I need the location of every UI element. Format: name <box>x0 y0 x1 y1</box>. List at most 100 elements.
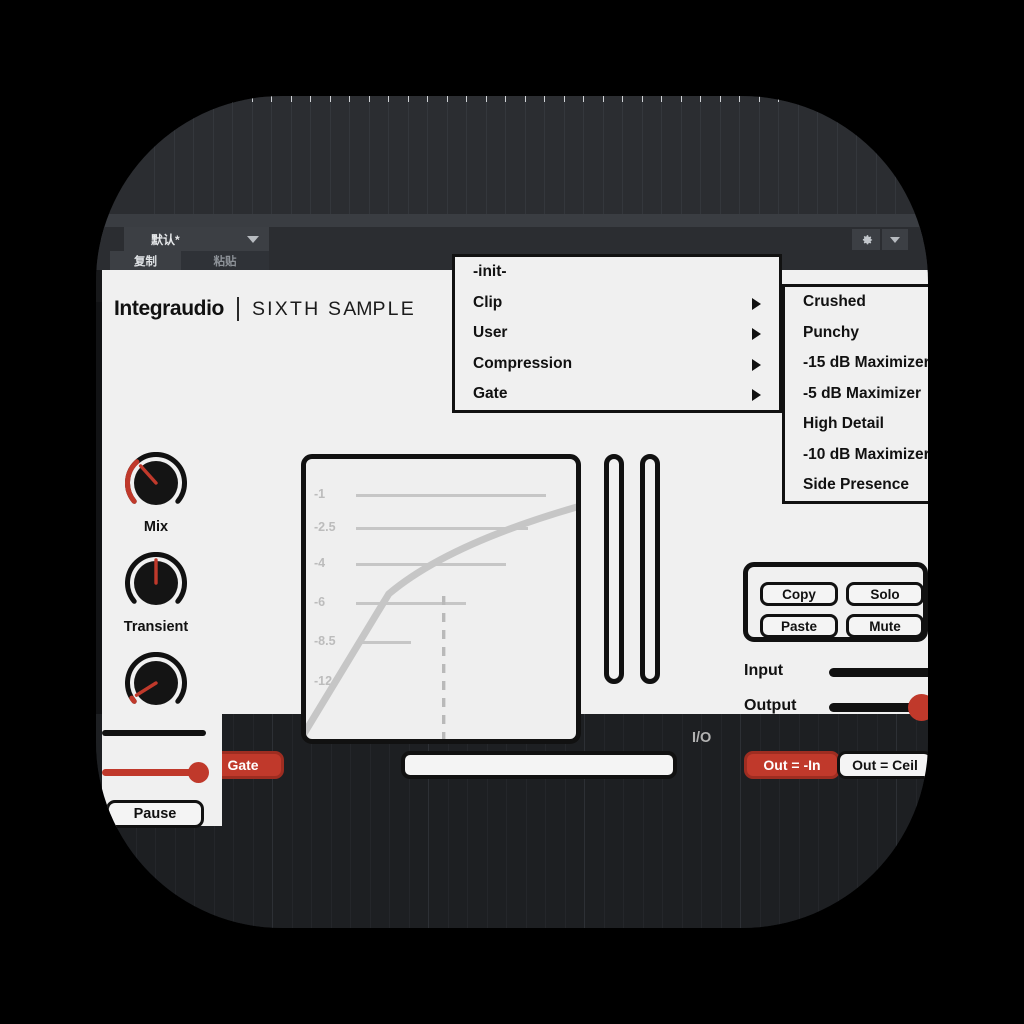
ruler-gridline <box>485 102 487 214</box>
knob-dial[interactable] <box>125 551 187 614</box>
preset-text-field[interactable] <box>401 751 677 779</box>
paste-button[interactable]: Paste <box>760 614 838 638</box>
submenu-item-label: High Detail <box>803 415 884 433</box>
knob-dial[interactable] <box>125 651 187 714</box>
brand-secondary-label: SIXTH SAMPLE <box>251 297 416 320</box>
ruler-gridline <box>271 102 272 214</box>
solo-button[interactable]: Solo <box>846 582 924 606</box>
mute-button[interactable]: Mute <box>846 614 924 638</box>
host-preset-selector[interactable]: 默认* <box>124 227 269 251</box>
ruler-gridline <box>622 102 623 214</box>
ruler-gridline <box>700 102 701 214</box>
arrangement-gridline <box>486 714 488 928</box>
io-label: I/O <box>692 730 712 746</box>
menu-item[interactable]: Clip <box>455 288 779 319</box>
preset-submenu[interactable]: Crushed Punchy -15 dB Maximizer -5 dB Maxim… <box>782 284 928 504</box>
submenu-item-label: Punchy <box>803 323 859 341</box>
arrangement-gridline <box>311 714 312 928</box>
knob-dial[interactable] <box>125 451 187 514</box>
submenu-item-label: Side Presence <box>803 476 909 494</box>
secondary-slider-handle[interactable] <box>188 762 209 783</box>
submenu-item-label: -15 dB Maximizer <box>803 354 928 372</box>
ruler-gridline <box>290 102 292 214</box>
submenu-item[interactable]: Side Presence <box>785 470 928 501</box>
arrangement-gridline <box>603 714 605 928</box>
chevron-down-icon <box>247 236 259 243</box>
chevron-down-icon <box>890 236 900 243</box>
menu-item-label: Clip <box>473 293 503 311</box>
pause-button[interactable]: Pause <box>106 800 204 828</box>
ruler-gridline <box>856 102 857 214</box>
arrangement-gridline <box>584 714 585 928</box>
host-menu-button[interactable] <box>882 229 908 250</box>
menu-item-label: -init- <box>473 263 507 281</box>
brand-primary-label: Integraudio <box>114 297 224 320</box>
output-button-out-eq-neg-in[interactable]: Out = -In <box>744 751 840 779</box>
ruler-gridline <box>310 102 311 214</box>
ruler-gridline <box>563 102 565 214</box>
ruler-gridline <box>193 102 194 214</box>
output-slider-label: Output <box>744 697 797 714</box>
submenu-item[interactable]: High Detail <box>785 409 928 440</box>
menu-item[interactable]: Compression <box>455 349 779 380</box>
knob-label: Mix <box>143 519 169 535</box>
preset-dropdown-menu[interactable]: -init- Clip User Compression Gate <box>452 254 782 413</box>
host-preset-label: 默认* <box>151 232 180 247</box>
submenu-item[interactable]: Punchy <box>785 318 928 349</box>
arrangement-gridline <box>623 714 624 928</box>
host-copy-button[interactable]: 复制 <box>110 251 181 270</box>
host-paste-button[interactable]: 粘贴 <box>181 251 269 270</box>
ruler-gridline <box>407 102 409 214</box>
arrangement-gridline <box>252 714 254 928</box>
submenu-item-label: -5 dB Maximizer <box>803 384 922 402</box>
ruler-gridline <box>739 102 740 214</box>
brand-divider <box>236 297 239 321</box>
transfer-curve-graph[interactable]: -1 -2.5 -4 -6 -8.5 -12 <box>301 454 581 744</box>
arrangement-gridline <box>837 714 839 928</box>
submenu-item[interactable]: -5 dB Maximizer <box>785 379 928 410</box>
ruler-gridline <box>388 102 389 214</box>
submenu-item[interactable]: -10 dB Maximizer <box>785 440 928 471</box>
menu-item[interactable]: Gate <box>455 379 779 410</box>
ruler-gridline <box>719 102 721 214</box>
arrangement-gridline <box>272 714 273 928</box>
input-slider[interactable] <box>829 668 928 677</box>
secondary-divider <box>102 730 206 736</box>
menu-item-label: Compression <box>473 354 573 372</box>
secondary-panel: Pause <box>102 714 222 828</box>
output-slider[interactable] <box>829 694 928 721</box>
graph-curve <box>306 503 576 739</box>
knob-transient[interactable]: Transient <box>118 551 194 635</box>
arrangement-gridline <box>818 714 819 928</box>
utility-panel: Copy Paste Solo Mute <box>743 562 928 642</box>
output-button-out-eq-ceil[interactable]: Out = Ceil <box>837 751 928 779</box>
knob-mix[interactable]: Mix <box>118 451 194 535</box>
ruler-gridline <box>817 102 818 214</box>
arrangement-gridline <box>389 714 390 928</box>
arrangement-gridline <box>369 714 371 928</box>
submenu-item[interactable]: Crushed <box>785 287 928 318</box>
submenu-item[interactable]: -15 dB Maximizer <box>785 348 928 379</box>
arrangement-gridline <box>681 714 683 928</box>
ruler-gridline <box>797 102 799 214</box>
arrangement-gridline <box>408 714 410 928</box>
gear-icon[interactable] <box>852 229 880 250</box>
ruler-gridline <box>680 102 682 214</box>
arrangement-gridline <box>506 714 507 928</box>
output-meter <box>640 454 660 684</box>
menu-item[interactable]: -init- <box>455 257 779 288</box>
ruler-gridline <box>505 102 506 214</box>
copy-button[interactable]: Copy <box>760 582 838 606</box>
arrangement-gridline <box>330 714 332 928</box>
input-meter <box>604 454 624 684</box>
arrangement-gridline <box>701 714 702 928</box>
menu-item[interactable]: User <box>455 318 779 349</box>
daw-timeline-ruler[interactable] <box>96 96 928 214</box>
ruler-gridline <box>173 102 175 214</box>
ruler-gridline <box>466 102 467 214</box>
ruler-gridline <box>778 102 779 214</box>
ruler-gridline <box>212 102 214 214</box>
arrangement-gridline <box>428 714 429 928</box>
arrangement-gridline <box>876 714 878 928</box>
knob-label: Transient <box>123 619 189 635</box>
